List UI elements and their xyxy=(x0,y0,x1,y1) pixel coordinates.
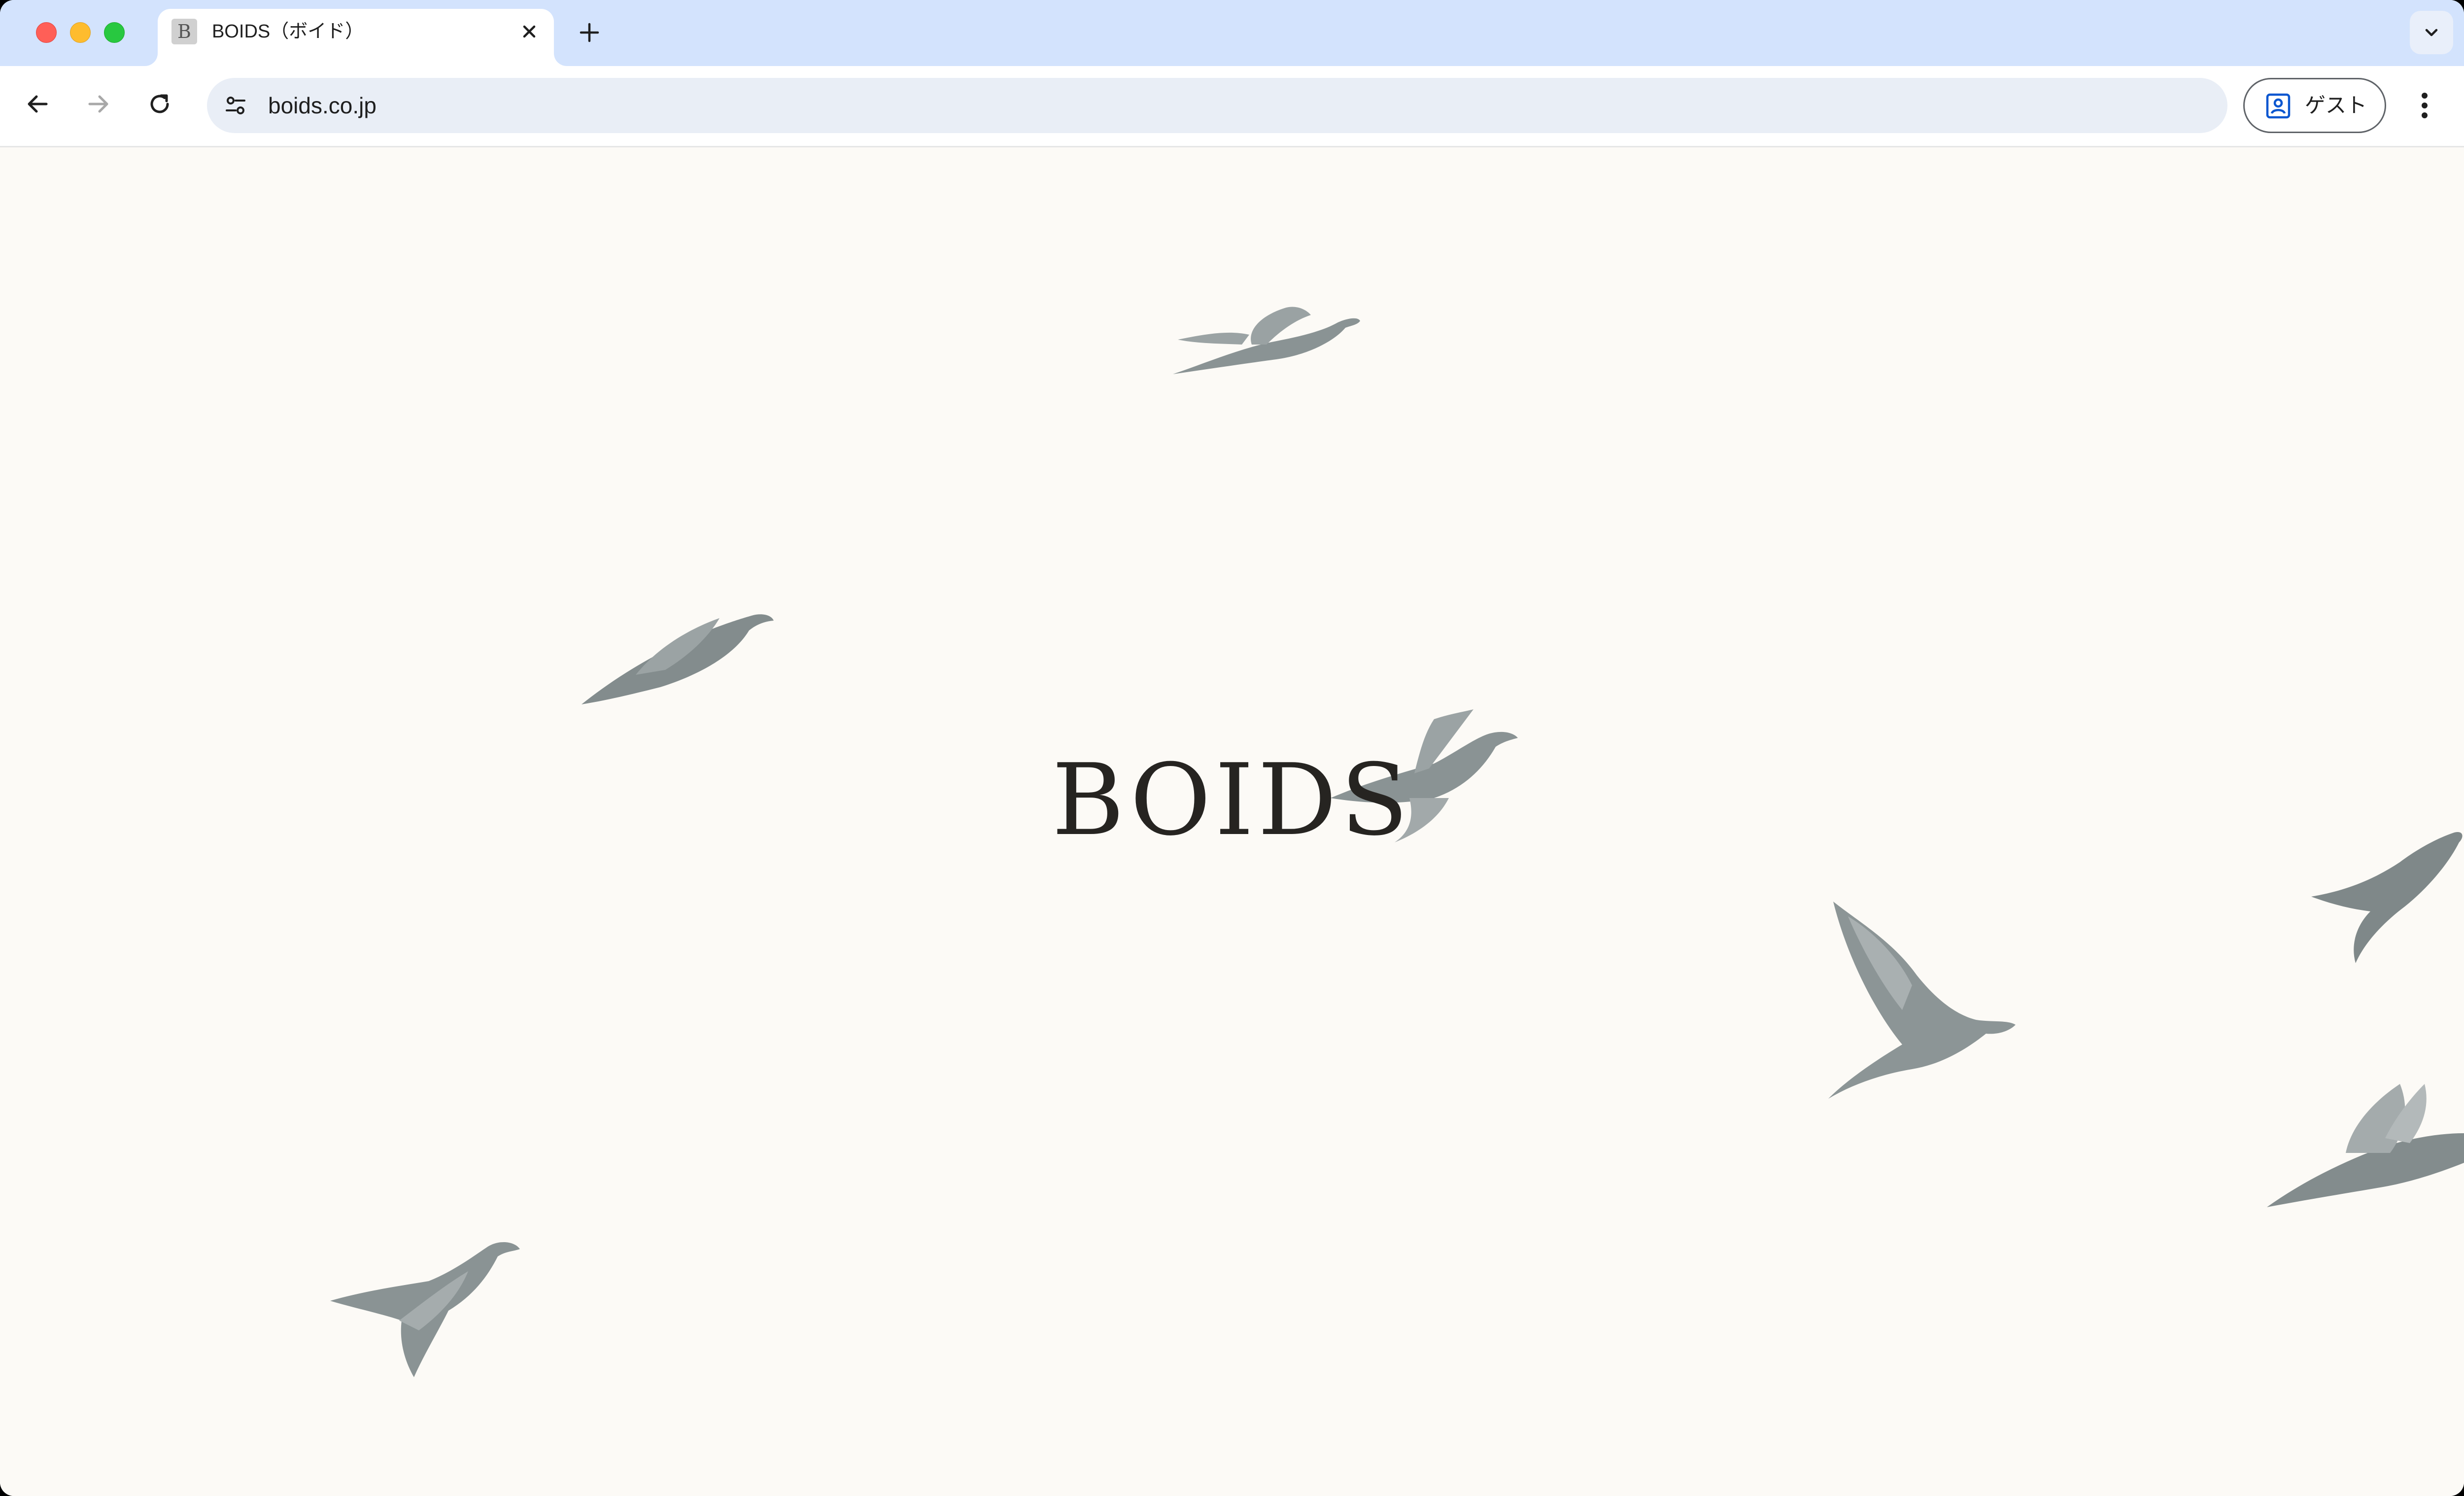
address-bar[interactable]: boids.co.jp xyxy=(207,78,2227,133)
window-minimize-button[interactable] xyxy=(70,22,91,43)
more-vert-icon[interactable] xyxy=(2415,86,2434,125)
new-tab-plus-icon[interactable] xyxy=(577,20,602,45)
browser-window: B BOIDS（ボイド） boids.co.jp ゲスト BOIDS xyxy=(0,0,2464,1496)
flying-bird-image xyxy=(2267,1084,2464,1207)
profile-label: ゲスト xyxy=(2305,94,2367,117)
reload-icon[interactable] xyxy=(145,89,174,119)
site-settings-tune-icon[interactable] xyxy=(222,92,249,119)
flying-bird-image xyxy=(2311,832,2463,963)
tab-boids[interactable]: B BOIDS（ボイド） xyxy=(158,9,554,66)
page-content: BOIDS xyxy=(0,147,2464,1496)
tab-title: BOIDS（ボイド） xyxy=(212,21,364,42)
browser-toolbar: boids.co.jp ゲスト xyxy=(0,66,2464,147)
tab-search-chevron-down-icon[interactable] xyxy=(2410,11,2453,54)
window-maximize-button[interactable] xyxy=(104,22,125,43)
guest-profile-icon xyxy=(2264,92,2292,120)
tab-close-icon[interactable] xyxy=(517,20,541,43)
back-arrow-icon[interactable] xyxy=(23,89,52,119)
flying-bird-image xyxy=(330,1242,520,1377)
url-text[interactable]: boids.co.jp xyxy=(268,78,376,133)
site-logo-text: BOIDS xyxy=(1052,743,1412,858)
flying-bird-image xyxy=(1828,902,2016,1099)
site-favicon: B xyxy=(171,19,197,44)
tab-strip: B BOIDS（ボイド） xyxy=(0,0,2464,66)
forward-arrow-icon[interactable] xyxy=(84,89,113,119)
window-close-button[interactable] xyxy=(36,22,57,43)
profile-button[interactable]: ゲスト xyxy=(2243,78,2386,133)
flying-bird-image xyxy=(582,614,774,704)
flying-bird-image xyxy=(1173,307,1360,374)
